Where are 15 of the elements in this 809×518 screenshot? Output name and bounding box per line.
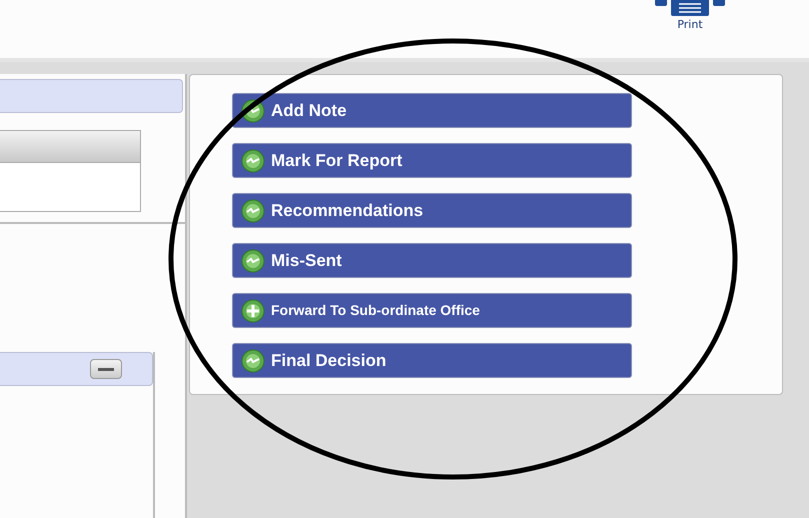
arrows-icon [241,98,265,122]
action-button[interactable]: Forward To Sub-ordinate Office [232,293,632,328]
arrows-icon [241,348,265,372]
action-button[interactable]: Add Note [232,93,632,128]
arrows-icon [241,248,265,272]
arrows-icon [241,148,265,172]
action-button[interactable]: Mis-Sent [232,243,632,278]
printer-icon[interactable] [655,0,725,18]
collapse-button[interactable] [90,359,122,379]
plus-icon [241,298,265,322]
action-button[interactable]: Mark For Report [232,143,632,178]
action-button[interactable]: Final Decision [232,343,632,378]
action-button[interactable]: Recommendations [232,193,632,228]
print-label[interactable]: Print [677,18,703,31]
arrows-icon [241,198,265,222]
